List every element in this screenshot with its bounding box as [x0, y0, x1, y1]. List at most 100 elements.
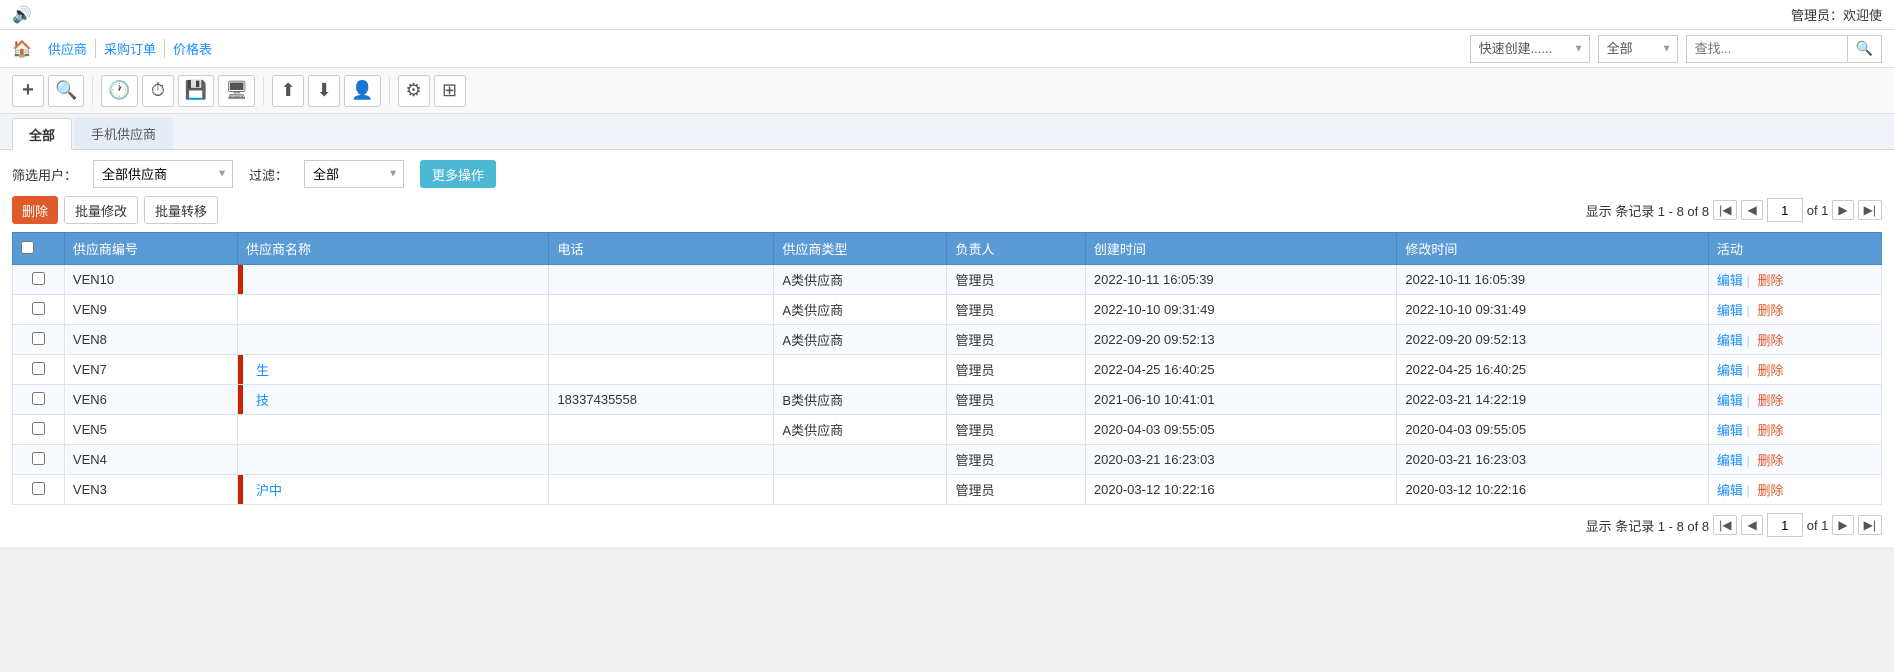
more-action-button[interactable]: 更多操作	[420, 160, 496, 188]
row-delete-link[interactable]: 删除	[1758, 393, 1784, 408]
batch-transfer-button[interactable]: 批量转移	[144, 196, 218, 224]
action-sep: |	[1743, 333, 1754, 348]
row-checkbox[interactable]	[32, 422, 45, 435]
row-action: 编辑 | 删除	[1708, 445, 1881, 475]
home-icon[interactable]: 🏠	[12, 39, 32, 59]
filter-select[interactable]: 全部	[304, 160, 404, 188]
row-modified: 2022-04-25 16:40:25	[1397, 355, 1709, 385]
row-edit-link[interactable]: 编辑	[1717, 423, 1743, 438]
row-edit-link[interactable]: 编辑	[1717, 393, 1743, 408]
row-delete-link[interactable]: 删除	[1758, 333, 1784, 348]
clock-button[interactable]: 🕐	[101, 75, 137, 107]
page-prev-top[interactable]: ◀	[1741, 200, 1762, 220]
toolbar: + 🔍 🕐 ⏱ 💾 🖥 ⬆ ⬇ 👤 ⚙ ⊞	[0, 68, 1894, 114]
row-edit-link[interactable]: 编辑	[1717, 483, 1743, 498]
page-last-top[interactable]: ▶|	[1858, 200, 1882, 220]
page-first-top[interactable]: |◀	[1713, 200, 1737, 220]
download-button[interactable]: ⬇	[308, 75, 340, 107]
table-row: VEN7生管理员2022-04-25 16:40:252022-04-25 16…	[13, 355, 1882, 385]
row-checkbox[interactable]	[32, 302, 45, 315]
row-checkbox-cell	[13, 295, 65, 325]
row-checkbox[interactable]	[32, 452, 45, 465]
row-edit-link[interactable]: 编辑	[1717, 273, 1743, 288]
tab-mobile-supplier[interactable]: 手机供应商	[74, 117, 173, 149]
table-row: VEN10A类供应商管理员2022-10-11 16:05:392022-10-…	[13, 265, 1882, 295]
page-next-top[interactable]: ▶	[1832, 200, 1853, 220]
row-checkbox-cell	[13, 355, 65, 385]
row-edit-link[interactable]: 编辑	[1717, 453, 1743, 468]
page-first-bottom[interactable]: |◀	[1713, 515, 1737, 535]
row-id: VEN3	[64, 475, 237, 505]
row-delete-link[interactable]: 删除	[1758, 363, 1784, 378]
batch-edit-button[interactable]: 批量修改	[64, 196, 138, 224]
page-next-bottom[interactable]: ▶	[1832, 515, 1853, 535]
row-modified: 2022-10-10 09:31:49	[1397, 295, 1709, 325]
page-total-top: of 1	[1807, 203, 1829, 218]
row-checkbox[interactable]	[32, 482, 45, 495]
page-number-top[interactable]	[1767, 198, 1803, 222]
search-button[interactable]: 🔍	[1847, 36, 1881, 62]
row-name	[237, 445, 549, 475]
row-checkbox[interactable]	[32, 362, 45, 375]
row-type	[774, 475, 947, 505]
row-delete-link[interactable]: 删除	[1758, 483, 1784, 498]
filter-select-wrap: 全部	[304, 160, 404, 188]
row-delete-link[interactable]: 删除	[1758, 303, 1784, 318]
page-last-bottom[interactable]: ▶|	[1858, 515, 1882, 535]
row-delete-link[interactable]: 删除	[1758, 273, 1784, 288]
action-sep: |	[1743, 423, 1754, 438]
nav-link-supplier[interactable]: 供应商	[40, 39, 96, 58]
row-edit-link[interactable]: 编辑	[1717, 303, 1743, 318]
row-edit-link[interactable]: 编辑	[1717, 363, 1743, 378]
quick-create-select[interactable]: 快速创建......	[1470, 35, 1590, 63]
row-id: VEN4	[64, 445, 237, 475]
action-sep: |	[1743, 453, 1754, 468]
speaker-icon: 🔊	[12, 5, 32, 25]
row-checkbox-cell	[13, 265, 65, 295]
row-owner: 管理员	[947, 385, 1085, 415]
tab-all[interactable]: 全部	[12, 118, 72, 150]
nav-link-price[interactable]: 价格表	[165, 39, 220, 58]
grid-button[interactable]: ⊞	[434, 75, 466, 107]
header-action: 活动	[1708, 233, 1881, 265]
row-checkbox[interactable]	[32, 332, 45, 345]
monitor-button[interactable]: 🖥	[218, 75, 255, 107]
search-input[interactable]	[1687, 38, 1847, 59]
timer-button[interactable]: ⏱	[142, 75, 174, 107]
row-edit-link[interactable]: 编辑	[1717, 333, 1743, 348]
delete-button[interactable]: 删除	[12, 196, 58, 224]
row-phone	[549, 325, 774, 355]
save-button[interactable]: 💾	[178, 75, 214, 107]
name-red-bar	[238, 475, 243, 504]
row-checkbox[interactable]	[32, 272, 45, 285]
page-prev-bottom[interactable]: ◀	[1741, 515, 1762, 535]
row-delete-link[interactable]: 删除	[1758, 423, 1784, 438]
table-row: VEN3沪中管理员2020-03-12 10:22:162020-03-12 1…	[13, 475, 1882, 505]
user-button[interactable]: 👤	[344, 75, 380, 107]
select-all-checkbox[interactable]	[21, 241, 34, 254]
nav-right: 快速创建...... 全部 🔍	[1470, 35, 1882, 63]
row-name-link[interactable]: 生	[256, 363, 269, 378]
row-checkbox[interactable]	[32, 392, 45, 405]
user-filter-select[interactable]: 全部供应商	[93, 160, 233, 188]
row-phone	[549, 445, 774, 475]
tabs-bar: 全部 手机供应商	[0, 114, 1894, 150]
page-number-bottom[interactable]	[1767, 513, 1803, 537]
row-name-link[interactable]: 沪中	[256, 483, 282, 498]
add-button[interactable]: +	[12, 75, 44, 107]
row-id: VEN10	[64, 265, 237, 295]
row-id: VEN6	[64, 385, 237, 415]
gear-button[interactable]: ⚙	[398, 75, 430, 107]
nav-link-purchase[interactable]: 采购订单	[96, 39, 165, 58]
row-modified: 2020-04-03 09:55:05	[1397, 415, 1709, 445]
row-type: B类供应商	[774, 385, 947, 415]
row-name-link[interactable]: 技	[256, 393, 269, 408]
row-delete-link[interactable]: 删除	[1758, 453, 1784, 468]
search-toolbar-button[interactable]: 🔍	[48, 75, 84, 107]
header-checkbox	[13, 233, 65, 265]
upload-button[interactable]: ⬆	[272, 75, 304, 107]
row-created: 2022-09-20 09:52:13	[1085, 325, 1397, 355]
toolbar-sep-3	[389, 77, 390, 105]
filter-all-select[interactable]: 全部	[1598, 35, 1678, 63]
header-name: 供应商名称	[237, 233, 549, 265]
